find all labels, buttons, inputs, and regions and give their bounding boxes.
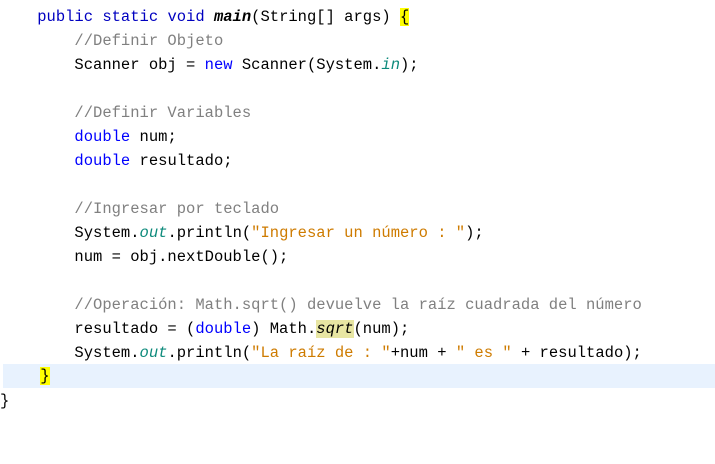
- static-field: out: [139, 344, 168, 362]
- code-text: );: [400, 56, 419, 74]
- code-text: System.: [74, 224, 140, 242]
- code-editor[interactable]: public static void main(String[] args) {…: [0, 0, 715, 464]
- code-text: .println(: [167, 224, 252, 242]
- code-text: resultado;: [130, 152, 233, 170]
- code-line-class-close[interactable]: }: [0, 389, 715, 413]
- static-field: out: [139, 224, 168, 242]
- matching-brace-close: }: [40, 367, 50, 385]
- method-modifiers: public static void: [37, 8, 214, 26]
- code-line-scanner[interactable]: Scanner obj = new Scanner(System.in);: [0, 53, 715, 77]
- comment: //Definir Objeto: [74, 32, 224, 50]
- code-line-declare-resultado[interactable]: double resultado;: [0, 149, 715, 173]
- code-text: .println(: [167, 344, 252, 362]
- code-text: (num);: [353, 320, 410, 338]
- method-params: (String[] args): [251, 8, 400, 26]
- static-field: in: [381, 56, 400, 74]
- code-text: );: [465, 224, 484, 242]
- method-name-main: main: [213, 8, 252, 26]
- code-text: Scanner obj =: [74, 56, 205, 74]
- code-text: + resultado);: [511, 344, 642, 362]
- closing-brace: }: [0, 392, 10, 410]
- comment: //Definir Variables: [74, 104, 252, 122]
- string-literal: "Ingresar un número : ": [251, 224, 466, 242]
- code-line-declare-num[interactable]: double num;: [0, 125, 715, 149]
- code-text: num;: [130, 128, 177, 146]
- string-literal: "La raíz de : ": [251, 344, 391, 362]
- code-line-comment[interactable]: //Definir Variables: [0, 101, 715, 125]
- keyword-double: double: [195, 320, 252, 338]
- code-text: +num +: [390, 344, 456, 362]
- code-line-println-result[interactable]: System.out.println("La raíz de : "+num +…: [0, 341, 715, 365]
- code-line-println-prompt[interactable]: System.out.println("Ingresar un número :…: [0, 221, 715, 245]
- method-occurrence-highlight: sqrt: [316, 320, 354, 338]
- code-text: ) Math.: [251, 320, 317, 338]
- code-line-read-input[interactable]: num = obj.nextDouble();: [0, 245, 715, 269]
- code-text: System.: [74, 344, 140, 362]
- code-text: Scanner(System.: [232, 56, 382, 74]
- code-line-comment[interactable]: //Ingresar por teclado: [0, 197, 715, 221]
- code-line-comment[interactable]: //Operación: Math.sqrt() devuelve la raí…: [0, 293, 715, 317]
- code-line-current[interactable]: }: [3, 364, 715, 388]
- matching-brace-open: {: [400, 8, 410, 26]
- code-text: num = obj.nextDouble();: [74, 248, 289, 266]
- comment: //Operación: Math.sqrt() devuelve la raí…: [74, 296, 642, 314]
- comment: //Ingresar por teclado: [74, 200, 280, 218]
- string-literal: " es ": [455, 344, 512, 362]
- code-line-sqrt[interactable]: resultado = (double) Math.sqrt(num);: [0, 317, 715, 341]
- keyword-new: new: [204, 56, 233, 74]
- code-line-comment[interactable]: //Definir Objeto: [0, 29, 715, 53]
- code-text: resultado = (: [74, 320, 196, 338]
- keyword-double: double: [74, 128, 131, 146]
- keyword-double: double: [74, 152, 131, 170]
- code-line-main-signature[interactable]: public static void main(String[] args) {: [0, 5, 715, 29]
